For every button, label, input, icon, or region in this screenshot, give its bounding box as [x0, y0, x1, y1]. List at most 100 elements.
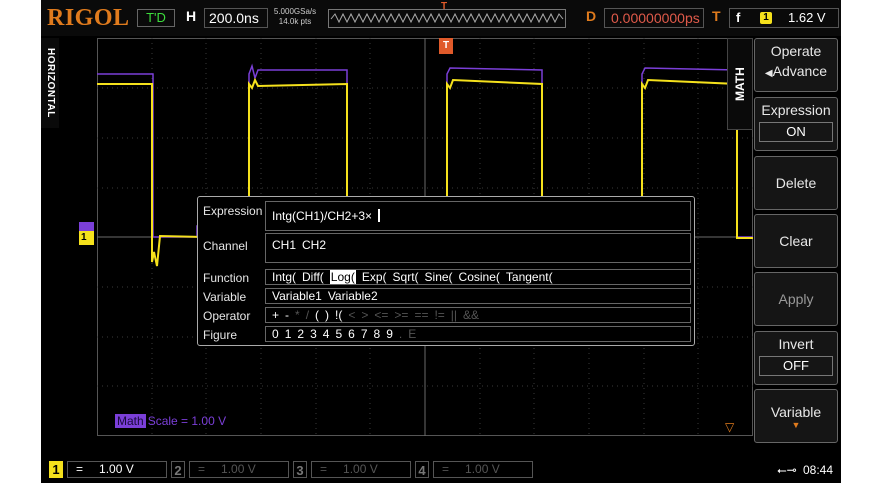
digit-item[interactable]: 2 [297, 327, 304, 341]
operator-label: Operator [203, 309, 251, 323]
math-menu-tab[interactable]: MATH [727, 38, 753, 130]
function-item[interactable]: Sine( [425, 270, 453, 284]
memory-waveform-preview [330, 12, 564, 24]
ch1-offset-marker[interactable]: 1 [79, 231, 94, 245]
digit-item[interactable]: 1 [285, 327, 292, 341]
operator-item[interactable]: !( [335, 308, 342, 322]
function-item[interactable]: Sqrt( [393, 270, 419, 284]
operator-item-disabled: == [414, 308, 429, 322]
function-item[interactable]: Intg( [272, 270, 296, 284]
channel-list: CH1 CH2 [265, 233, 691, 263]
invert-value: OFF [759, 356, 833, 376]
arrow-left-icon: ◀ [764, 68, 773, 79]
digit-item[interactable]: 6 [348, 327, 355, 341]
operator-list: + - * / () !(< > <= >= == != || && [265, 307, 691, 323]
trigger-label: T [712, 8, 721, 24]
oscilloscope-screen: RIGOL T'D H 200.0ns 5.000GSa/s 14.0k pts… [41, 0, 841, 483]
operator-item-disabled: <= [374, 308, 389, 322]
digit-item[interactable]: 0 [272, 327, 279, 341]
brand-logo: RIGOL [47, 5, 130, 31]
operator-item[interactable]: ) [325, 308, 329, 322]
math-tag: Math [115, 414, 146, 428]
sample-rate: 5.000GSa/s [273, 7, 317, 16]
expression-label: Expression [203, 204, 263, 218]
digit-item[interactable]: 7 [361, 327, 368, 341]
expression-toggle-label: Expression [761, 102, 831, 118]
function-item[interactable]: Diff( [302, 270, 324, 284]
trigger-settings[interactable]: f 1 1.62 V [729, 8, 839, 28]
dc-coupling-icon: = [76, 462, 84, 476]
operator-item-disabled: && [463, 308, 480, 322]
ch3-badge[interactable]: 3 [293, 461, 307, 478]
digit-item[interactable]: 4 [323, 327, 330, 341]
ch2-settings[interactable]: = 1.00 V [189, 461, 289, 478]
apply-button[interactable]: Apply [754, 272, 838, 326]
function-item[interactable]: Exp( [362, 270, 387, 284]
variable-button[interactable]: Variable ▼ [754, 389, 838, 443]
channel-item[interactable]: CH1 [272, 238, 296, 252]
ch4-badge[interactable]: 4 [415, 461, 429, 478]
variable-item[interactable]: Variable1 [272, 289, 322, 303]
digit-item[interactable]: 5 [335, 327, 342, 341]
digit-item[interactable]: 8 [374, 327, 381, 341]
ch4-scale: 1.00 V [465, 462, 500, 476]
digit-item[interactable]: 9 [386, 327, 393, 341]
operator-item[interactable]: - [285, 308, 289, 322]
function-label: Function [203, 271, 250, 285]
operate-value: Advance [772, 63, 828, 79]
variable-item[interactable]: Variable2 [328, 289, 378, 303]
operator-item-disabled: > [361, 308, 369, 322]
expression-toggle-button[interactable]: Expression ON [754, 97, 838, 151]
operate-label: Operate [770, 43, 822, 59]
operator-item-disabled: >= [394, 308, 409, 322]
digit-item[interactable]: 3 [310, 327, 317, 341]
trigger-source-badge: 1 [760, 12, 772, 24]
scroll-down-icon: ▽ [725, 420, 735, 434]
ch2-scale: 1.00 V [221, 462, 256, 476]
ch4-settings[interactable]: = 1.00 V [433, 461, 533, 478]
channel-item[interactable]: CH2 [302, 238, 326, 252]
operator-item-disabled: != [434, 308, 445, 322]
trigger-level: 1.62 V [788, 10, 826, 25]
operator-item-disabled: * [295, 308, 300, 322]
timebase-value[interactable]: 200.0ns [204, 8, 268, 28]
sample-info: 5.000GSa/s 14.0k pts [271, 7, 319, 27]
operator-item[interactable]: ( [315, 308, 319, 322]
memory-depth: 14.0k pts [278, 17, 312, 26]
memory-overview-strip[interactable]: T [328, 1, 566, 28]
horizontal-label: H [186, 8, 197, 24]
math-scale-readout: Math Scale = 1.00 V [115, 413, 226, 429]
trigger-position-marker[interactable]: T [439, 38, 453, 54]
function-item-selected[interactable]: Log( [329, 270, 356, 284]
usb-icon: ⭠⊸ [777, 463, 797, 477]
dc-coupling-icon: = [198, 462, 206, 476]
operate-value-row: ◀Advance [755, 63, 837, 79]
ch1-settings[interactable]: = 1.00 V [67, 461, 167, 478]
invert-label: Invert [778, 336, 814, 352]
operator-item-disabled: < [348, 308, 356, 322]
delay-value[interactable]: 0.00000000ps [604, 8, 704, 28]
channel-status-bar: 1 = 1.00 V 2 = 1.00 V 3 = 1.00 V 4 = 1.00 V … [41, 458, 841, 483]
delete-button[interactable]: Delete [754, 156, 838, 210]
system-clock: 08:44 [803, 463, 834, 477]
ch2-badge[interactable]: 2 [171, 461, 185, 478]
function-item[interactable]: Tangent( [506, 270, 553, 284]
function-list: Intg( Diff( Log( Exp( Sqrt( Sine( Cosine( Tange… [265, 269, 691, 285]
invert-button[interactable]: Invert OFF [754, 331, 838, 385]
function-item[interactable]: Cosine( [459, 270, 500, 284]
expression-toggle-value: ON [759, 122, 833, 142]
channel-label: Channel [203, 239, 248, 253]
run-status-badge[interactable]: T'D [137, 9, 175, 27]
ch1-badge[interactable]: 1 [49, 461, 63, 478]
top-status-bar: RIGOL T'D H 200.0ns 5.000GSa/s 14.0k pts… [41, 0, 841, 36]
dc-coupling-icon: = [442, 462, 450, 476]
operator-item[interactable]: + [272, 308, 279, 322]
trigger-position-icon: T [441, 1, 448, 12]
horizontal-menu-tab[interactable]: HORIZONTAL [41, 38, 59, 128]
operate-button[interactable]: Operate ◀Advance [754, 38, 838, 92]
clear-button[interactable]: Clear [754, 214, 838, 268]
figure-label: Figure [203, 328, 238, 342]
expression-input[interactable]: Intg(CH1)/CH2+3× [265, 201, 691, 231]
ch3-settings[interactable]: = 1.00 V [311, 461, 411, 478]
digit-item-disabled: . [398, 327, 403, 341]
